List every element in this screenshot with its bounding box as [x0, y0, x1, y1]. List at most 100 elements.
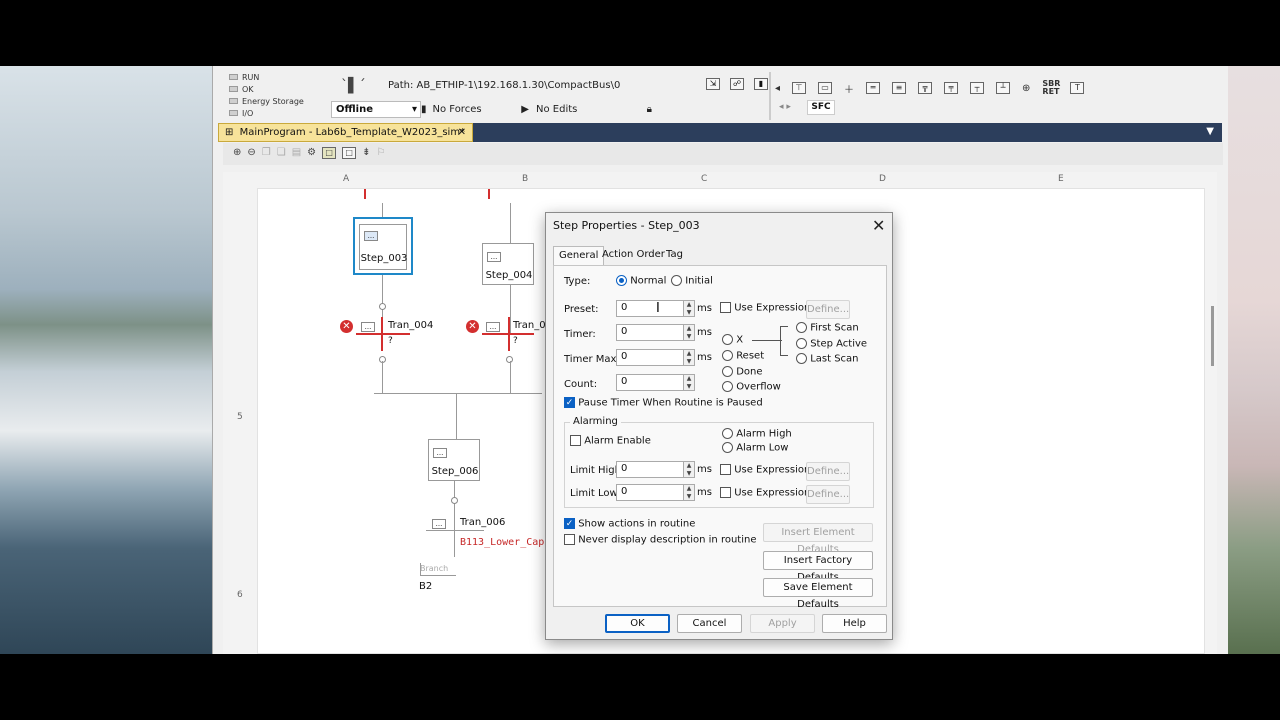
tran-004-expression-button[interactable]: ... — [361, 322, 375, 332]
wire-icon[interactable]: ┬ — [970, 82, 985, 94]
never-display-checkbox[interactable]: Never display description in routine — [564, 534, 756, 546]
tab-tag[interactable]: Tag — [661, 246, 688, 266]
network-icon[interactable]: ☍ — [730, 78, 744, 90]
last-scan-radio[interactable]: Last Scan — [796, 353, 859, 365]
tab-action-order[interactable]: Action Order — [597, 246, 670, 266]
controller-status: RUN OK Energy Storage I/O — [229, 71, 329, 119]
step-003-actions-button[interactable]: ... — [364, 231, 378, 241]
help-button[interactable]: Help — [822, 614, 887, 633]
forces-select[interactable]: ▮ No Forces ▶ — [421, 104, 531, 115]
edits-select[interactable]: No Edits 🔒︎ — [536, 104, 656, 115]
tran-006-expression: B113_Lower_Cap — [460, 537, 545, 548]
insert-stop-icon[interactable]: ═ — [866, 82, 881, 94]
insert-element-defaults-button[interactable]: Insert Element Defaults — [763, 523, 873, 555]
delete-icon[interactable]: ▤ — [292, 147, 301, 159]
bit-reset-radio[interactable]: Reset — [722, 350, 764, 362]
insert-text-icon[interactable]: T — [1070, 82, 1085, 94]
tab-sfc[interactable]: SFC — [807, 100, 835, 115]
cancel-button[interactable]: Cancel — [677, 614, 742, 633]
alarm-low-radio[interactable]: Alarm Low — [722, 442, 788, 454]
alarm-high-label: Alarm High — [736, 428, 792, 440]
close-tab-button[interactable]: ✕ — [458, 127, 466, 138]
apply-button[interactable]: Apply — [750, 614, 815, 633]
show-grid-icon[interactable]: □ — [322, 147, 337, 159]
controller-mode-select[interactable]: Offline ▾ — [331, 101, 421, 118]
limit-low-define-button[interactable]: Define... — [806, 485, 850, 504]
count-field[interactable]: 0 — [616, 374, 684, 391]
zoom-in-icon[interactable]: ⊕ — [233, 147, 241, 159]
tran-006-expression-button[interactable]: ... — [432, 519, 446, 529]
battery-icon[interactable]: ▮ — [754, 78, 768, 90]
copy-icon[interactable]: ❐ — [262, 147, 271, 159]
timer-spinner[interactable]: ▲ ▼ — [683, 324, 695, 341]
step-006-actions-button[interactable]: ... — [433, 448, 447, 458]
bit-done-radio[interactable]: Done — [722, 366, 763, 378]
timer-field[interactable]: 0 — [616, 324, 684, 341]
verify-icon[interactable]: ⇟ — [362, 147, 370, 159]
tab-mainprogram[interactable]: ⊞ MainProgram - Lab6b_Template_W2023_sim… — [218, 123, 473, 142]
bit-overflow-radio[interactable]: Overflow — [722, 381, 781, 393]
vertical-scrollbar[interactable] — [1211, 306, 1214, 366]
checkbox-icon — [564, 534, 575, 545]
limit-low-field[interactable]: 0 — [616, 484, 684, 501]
simultaneous-branch-icon[interactable]: ╤ — [944, 82, 959, 94]
alarm-enable-checkbox[interactable]: Alarm Enable — [570, 435, 651, 447]
insert-step-icon[interactable]: ⊤ — [792, 82, 807, 94]
step-004-actions-button[interactable]: ... — [487, 252, 501, 262]
insert-action-icon[interactable]: ▭ — [818, 82, 833, 94]
first-scan-radio[interactable]: First Scan — [796, 322, 859, 334]
preset-define-button[interactable]: Define... — [806, 300, 850, 319]
pause-timer-checkbox[interactable]: ✓ Pause Timer When Routine is Paused — [564, 397, 763, 409]
show-actions-icon[interactable]: □ — [342, 147, 357, 159]
ok-button[interactable]: OK — [605, 614, 670, 633]
limit-high-field[interactable]: 0 — [616, 461, 684, 478]
step-004[interactable]: ... Step_004 — [482, 243, 534, 285]
toolbar-scroll-arrows[interactable]: ◂ ▸ — [779, 102, 791, 112]
timer-max-spinner[interactable]: ▲ ▼ — [683, 349, 695, 366]
key-switch-icon[interactable]: ˋ▌ˊ — [341, 78, 366, 94]
paste-icon[interactable]: ❏ — [277, 147, 286, 159]
settings-icon[interactable]: ⚙ — [307, 147, 316, 159]
alarm-high-radio[interactable]: Alarm High — [722, 428, 792, 440]
sbr-ret-button[interactable]: SBR RET — [1042, 80, 1060, 96]
pause-timer-label: Pause Timer When Routine is Paused — [578, 397, 763, 409]
insert-text-box-icon[interactable]: ≡ — [892, 82, 907, 94]
limit-high-spinner[interactable]: ▲ ▼ — [683, 461, 695, 478]
insert-factory-defaults-button[interactable]: Insert Factory Defaults — [763, 551, 873, 583]
save-element-defaults-button[interactable]: Save Element Defaults — [763, 578, 873, 610]
step-active-radio[interactable]: Step Active — [796, 338, 867, 350]
limit-high-define-button[interactable]: Define... — [806, 462, 850, 481]
preset-field[interactable]: 0 — [616, 300, 684, 317]
zoom-out-icon[interactable]: ⊖ — [247, 147, 255, 159]
show-actions-checkbox[interactable]: ✓ Show actions in routine — [564, 518, 695, 530]
who-active-icon[interactable]: ⇲ — [706, 78, 720, 90]
limit-low-spinner[interactable]: ▲ ▼ — [683, 484, 695, 501]
tran-004-bar[interactable] — [356, 333, 410, 335]
type-initial-radio[interactable]: Initial — [671, 275, 713, 287]
selection-branch-icon[interactable]: ╦ — [918, 82, 933, 94]
count-spinner[interactable]: ▲ ▼ — [683, 374, 695, 391]
branch-icon[interactable]: ┴ — [996, 82, 1011, 94]
type-normal-radio[interactable]: Normal — [616, 275, 666, 287]
path-bar[interactable]: Path: AB_ETHIP-1\192.168.1.30\CompactBus… — [388, 80, 620, 91]
checkmark-icon: ✓ — [564, 518, 575, 529]
step-006[interactable]: ... Step_006 — [428, 439, 480, 481]
tab-list-chevron-icon[interactable]: ▼ — [1206, 126, 1214, 137]
io-indicator-icon — [229, 110, 238, 116]
step-003[interactable]: ... Step_003 — [353, 217, 413, 275]
wire — [510, 203, 511, 243]
preset-spinner[interactable]: ▲ ▼ — [683, 300, 695, 317]
close-dialog-button[interactable]: ✕ — [872, 216, 885, 235]
tran-005-expression-button[interactable]: ... — [486, 322, 500, 332]
limit-low-use-expression-checkbox[interactable]: Use Expression — [720, 487, 810, 499]
edit-tag-icon[interactable]: ⚐ — [377, 147, 386, 159]
limit-high-use-expression-checkbox[interactable]: Use Expression — [720, 464, 810, 476]
use-expression-label: Use Expression — [734, 487, 811, 499]
insert-transition-icon[interactable]: ＋ — [844, 81, 854, 96]
scroll-left-icon[interactable]: ◂ — [775, 83, 780, 94]
tran-006-bar[interactable] — [426, 530, 484, 531]
subroutine-icon[interactable]: ⊕ — [1022, 83, 1030, 94]
timer-max-field[interactable]: 0 — [616, 349, 684, 366]
bit-x-radio[interactable]: X — [722, 334, 743, 346]
preset-use-expression-checkbox[interactable]: Use Expression — [720, 302, 810, 314]
